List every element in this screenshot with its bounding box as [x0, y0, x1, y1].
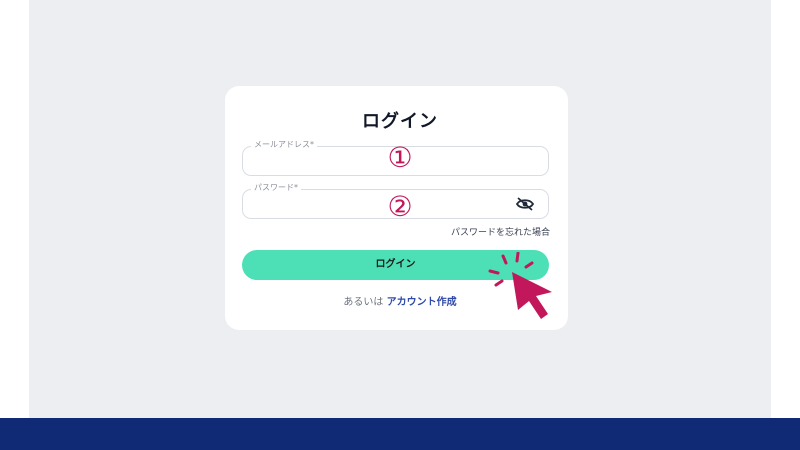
step-2-marker: ② — [387, 190, 413, 223]
alt-prefix: あるいは — [343, 297, 384, 308]
pointer-click-icon — [488, 252, 552, 319]
create-account-line: あるいは アカウント作成 — [0, 293, 800, 308]
eye-slash-icon[interactable] — [515, 196, 535, 212]
email-label: メールアドレス* — [251, 139, 317, 151]
password-label: パスワード* — [251, 182, 301, 194]
bottom-bar — [0, 418, 800, 450]
forgot-password-link[interactable]: パスワードを忘れた場合 — [420, 225, 550, 238]
step-1-marker: ① — [387, 141, 413, 174]
create-account-link[interactable]: アカウント作成 — [387, 297, 457, 308]
page-title: ログイン — [362, 111, 438, 132]
